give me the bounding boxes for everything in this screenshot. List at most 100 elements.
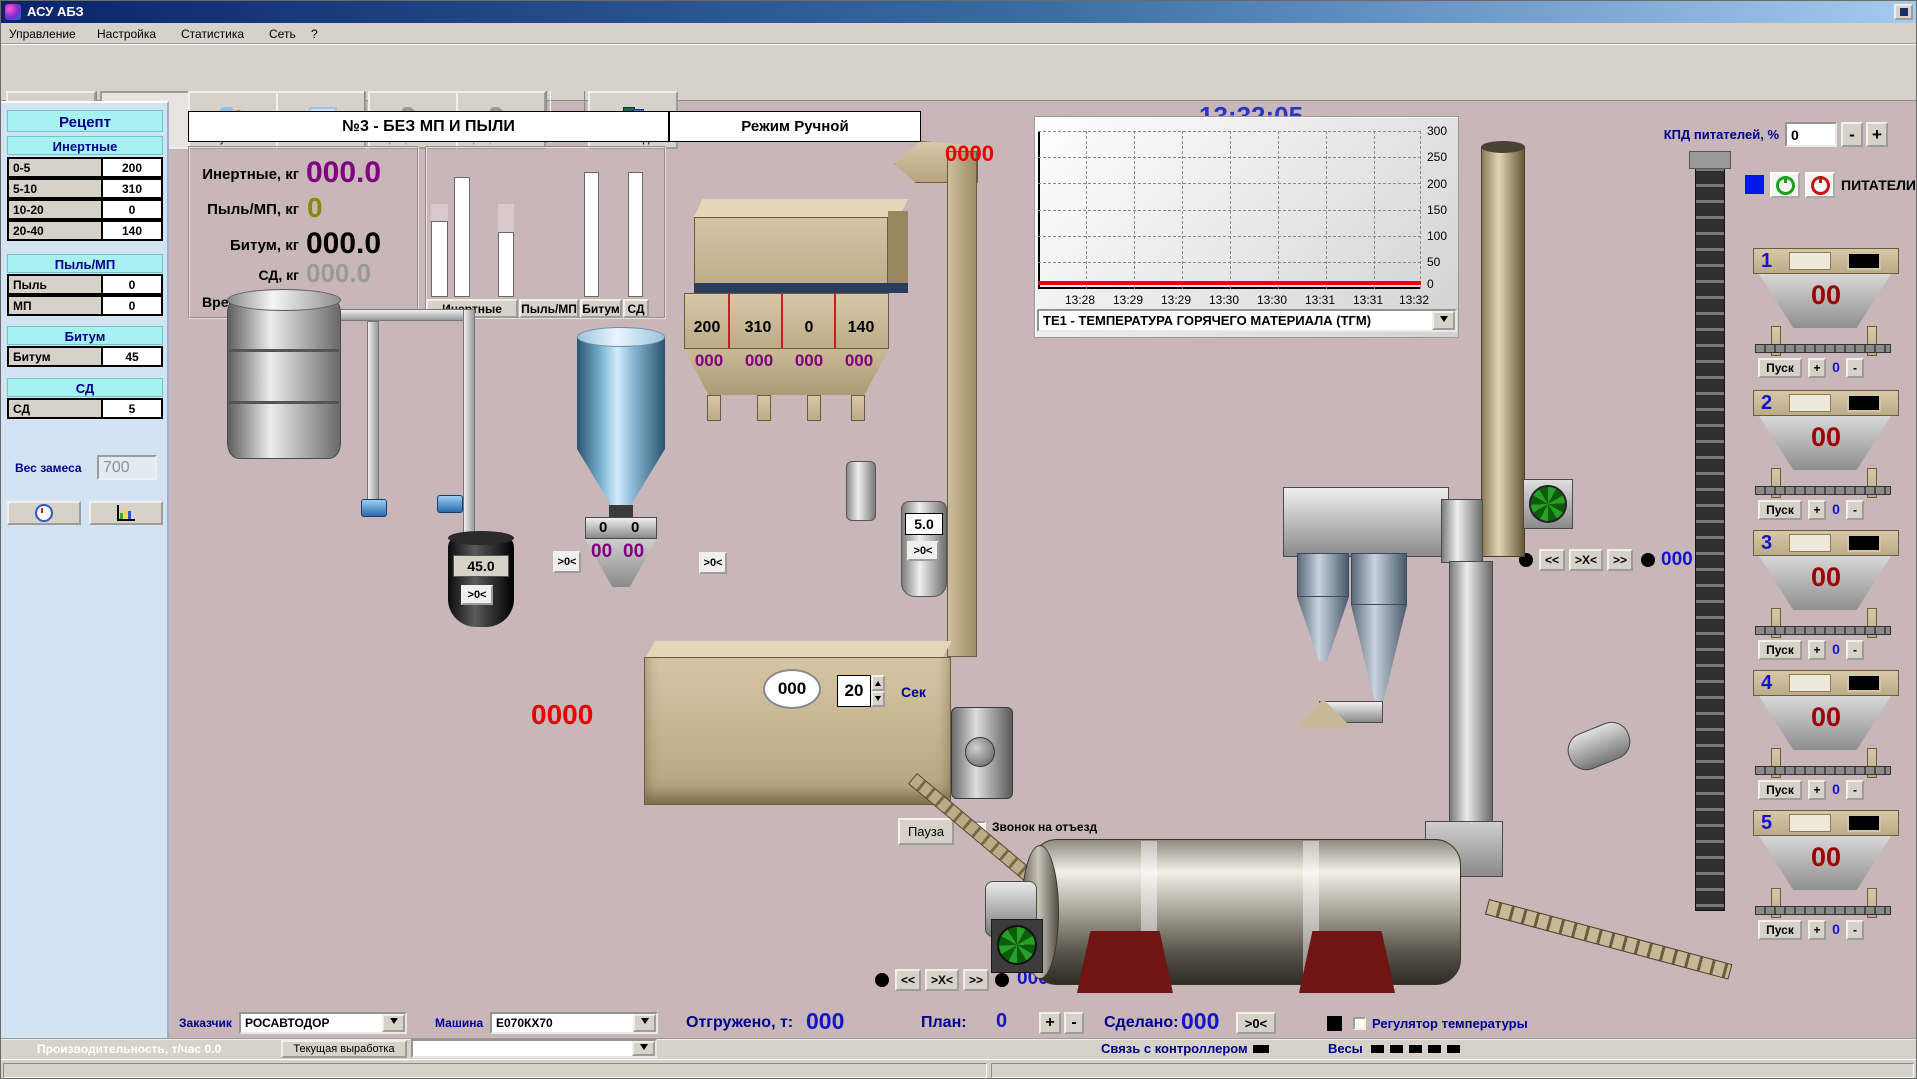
feeder-belt (1755, 626, 1891, 635)
timer-tool-button[interactable] (7, 501, 81, 525)
current-output-dropdown[interactable] (411, 1039, 657, 1058)
trend-selector-dropdown[interactable]: ТЕ1 - ТЕМПЕРАТУРА ГОРЯЧЕГО МАТЕРИАЛА (ТГ… (1037, 309, 1457, 332)
feeder-minus-button[interactable]: - (1846, 640, 1864, 660)
pipe (367, 321, 379, 517)
feeder-plus-button[interactable]: + (1808, 920, 1826, 940)
mixer-motor-hub (965, 737, 995, 767)
dropdown-arrow-icon[interactable] (632, 1041, 655, 1056)
kpd-plus-button[interactable]: + (1866, 122, 1888, 147)
mixer-top (646, 641, 952, 657)
bunker-actual: 000 (839, 351, 879, 371)
feeder-start-button[interactable]: Пуск (1758, 640, 1802, 660)
kpd-input[interactable]: 0 (1785, 122, 1837, 147)
feeder-slot (1789, 814, 1831, 832)
bunker-target: 200 (687, 319, 727, 337)
scale-indicator (1447, 1045, 1460, 1053)
feeder-plus-button[interactable]: + (1808, 500, 1826, 520)
kpd-minus-button[interactable]: - (1841, 122, 1863, 147)
dropdown-arrow-icon[interactable] (1432, 311, 1455, 330)
gridline (1230, 131, 1231, 289)
menu-item-help[interactable]: ? (311, 27, 318, 41)
belt-forward-button[interactable]: >> (963, 969, 989, 991)
bitumen-zero-button[interactable]: >0< (907, 541, 939, 561)
bunker-weigher-zero-button[interactable]: >0< (699, 552, 727, 574)
status-cell (3, 1063, 987, 1078)
feeder-unit: 5 00 Пуск + 0 - (1745, 810, 1907, 952)
timer-up-button[interactable] (871, 675, 885, 691)
sd-zero-button[interactable]: >0< (461, 585, 493, 605)
bitumen-kg-value: 000.0 (306, 227, 381, 261)
feeder-minus-button[interactable]: - (1846, 780, 1864, 800)
feeder-weight: 00 (1795, 702, 1857, 733)
inert-section-title: Инертные (7, 136, 163, 155)
level-label-sd: СД (623, 299, 649, 318)
menu-item-set[interactable]: Сеть (269, 27, 296, 41)
belt-stop-button[interactable]: >Х< (925, 969, 959, 991)
temp-reg-checkbox[interactable] (1353, 1017, 1366, 1030)
feeder-minus-button[interactable]: - (1846, 358, 1864, 378)
plan-value: 0 (996, 1010, 1007, 1033)
feeder-start-button[interactable]: Пуск (1758, 500, 1802, 520)
bitumen-tank (227, 297, 341, 459)
feeder-plus-button[interactable]: + (1808, 358, 1826, 378)
feeder-minus-button[interactable]: - (1846, 500, 1864, 520)
made-label: Сделано: (1104, 1014, 1178, 1032)
inert-weigher (585, 517, 657, 539)
feeder-plus-button[interactable]: + (1808, 780, 1826, 800)
bunker-actual: 000 (739, 351, 779, 371)
customer-dropdown[interactable]: РОСАВТОДОР (239, 1012, 407, 1034)
level-label-dust: Пыль/МП (519, 299, 579, 318)
additive-canister (846, 461, 876, 521)
bunker-actual: 000 (789, 351, 829, 371)
window-control-button[interactable] (1894, 4, 1913, 20)
feed-elevator-top (1689, 151, 1731, 169)
timer-down-button[interactable] (871, 691, 885, 707)
feeder-speed: 0 (1829, 781, 1843, 797)
level-label-bitumen: Битум (580, 299, 622, 318)
belt-forward-button[interactable]: >> (1607, 549, 1633, 571)
statistics-tool-button[interactable] (89, 501, 163, 525)
feeder-start-button[interactable]: Пуск (1758, 920, 1802, 940)
feeder-start-button[interactable]: Пуск (1758, 780, 1802, 800)
gridline (1326, 131, 1327, 289)
mix-timer-input[interactable]: 20 (837, 675, 871, 707)
feeder-unit: 3 00 Пуск + 0 - (1745, 530, 1907, 672)
sd-row-label: СД (7, 398, 102, 419)
bell-checkbox-label: Звонок на отъезд (992, 820, 1097, 834)
y-tick: 50 (1427, 255, 1440, 269)
inert-weigher-bot-left: 00 (591, 541, 612, 563)
menu-item-statistika[interactable]: Статистика (181, 27, 244, 41)
kpd-label: КПД питателей, % (1641, 127, 1779, 142)
menu-item-nastroyka[interactable]: Настройка (97, 27, 156, 41)
inert-row-label: 5-10 (7, 178, 102, 199)
level-bar (454, 177, 470, 297)
feeders-off-button[interactable] (1805, 172, 1835, 198)
gridline (1086, 131, 1087, 289)
bunker-target: 0 (787, 319, 831, 337)
feeder-minus-button[interactable]: - (1846, 920, 1864, 940)
pause-button[interactable]: Пауза (898, 818, 954, 845)
feeder-start-button[interactable]: Пуск (1758, 358, 1802, 378)
batch-weight-input[interactable]: 700 (97, 455, 157, 480)
dropdown-arrow-icon[interactable] (633, 1014, 656, 1032)
power-off-icon (1811, 176, 1830, 195)
arrow-up-icon (875, 678, 881, 686)
plan-minus-button[interactable]: - (1064, 1012, 1084, 1034)
bitumen-kg-label: Битум, кг (151, 237, 299, 254)
belt-counter-right: 000 (1661, 549, 1693, 571)
feeder-unit: 4 00 Пуск + 0 - (1745, 670, 1907, 812)
inert-weigher-zero-button[interactable]: >0< (553, 551, 581, 573)
feeders-on-button[interactable] (1770, 172, 1800, 198)
made-zero-button[interactable]: >0< (1236, 1012, 1276, 1034)
gridline (1420, 131, 1421, 289)
dropdown-arrow-icon[interactable] (382, 1014, 405, 1032)
belt-lamp (1641, 553, 1655, 567)
feeder-slot (1789, 394, 1831, 412)
belt-back-button[interactable]: << (895, 969, 921, 991)
belt-stop-button[interactable]: >Х< (1569, 549, 1603, 571)
feeder-plus-button[interactable]: + (1808, 640, 1826, 660)
menu-item-upravlenie[interactable]: Управление (9, 27, 76, 41)
plan-plus-button[interactable]: + (1039, 1012, 1061, 1034)
truck-dropdown[interactable]: Е070КХ70 (490, 1012, 658, 1034)
belt-back-button[interactable]: << (1539, 549, 1565, 571)
